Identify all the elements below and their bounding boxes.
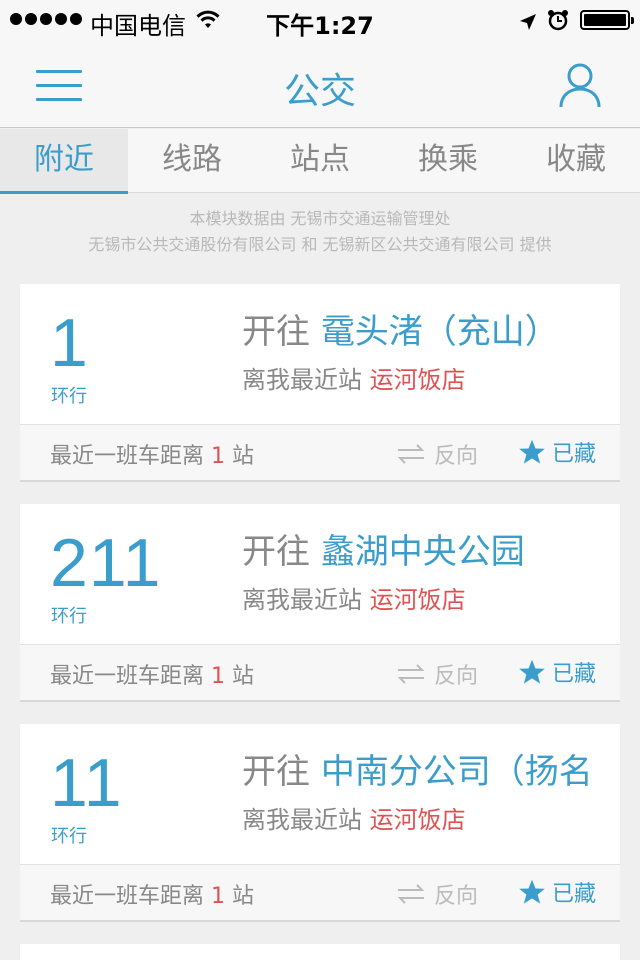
distance-prefix: 最近一班车距离 <box>50 444 211 469</box>
nearest-station-prefix: 离我最近站 <box>242 806 370 834</box>
distance-suffix: 站 <box>225 444 254 469</box>
nearest-station-name: 运河饭店 <box>369 806 466 834</box>
nearest-station-name: 运河饭店 <box>369 366 466 394</box>
star-icon <box>519 439 545 464</box>
swap-arrows-icon <box>397 884 425 904</box>
battery-icon <box>580 10 634 30</box>
nearest-station-prefix: 离我最近站 <box>242 366 370 394</box>
route-card-footer: 最近一班车距离 1 站 反向 已藏 <box>20 644 620 700</box>
nav-bar: 公交 <box>0 40 640 128</box>
favorite-label: 已藏 <box>552 882 597 907</box>
route-card[interactable]: 211 环行 开往 蠡湖中央公园 离我最近站 运河饭店 最近一班车距离 1 站 … <box>20 504 620 702</box>
favorite-label: 已藏 <box>552 662 597 687</box>
destination-line: 开往 鼋头渚（充山） <box>242 304 620 353</box>
next-bus-distance: 最近一班车距离 1 站 <box>50 438 254 470</box>
data-source-notice: 本模块数据由 无锡市交通运输管理处 无锡市公共交通股份有限公司 和 无锡新区公共… <box>0 206 640 258</box>
destination-line: 开往 蠡湖中央公园 <box>242 524 620 573</box>
notice-line-2: 无锡市公共交通股份有限公司 和 无锡新区公共交通有限公司 提供 <box>88 235 552 254</box>
destination-name: 鼋头渚（充山） <box>320 312 559 352</box>
next-bus-distance: 最近一班车距离 1 站 <box>50 878 254 910</box>
reverse-label: 反向 <box>434 884 479 909</box>
route-card-footer: 最近一班车距离 1 站 反向 已藏 <box>20 424 620 480</box>
destination-prefix: 开往 <box>242 312 321 352</box>
destination-line: 开往 中南分公司（扬名 <box>242 744 620 793</box>
location-arrow-icon <box>518 10 538 38</box>
destination-name: 蠡湖中央公园 <box>320 532 525 572</box>
favorite-label: 已藏 <box>552 442 597 467</box>
distance-count: 1 <box>211 884 225 909</box>
destination-name: 中南分公司（扬名 <box>320 752 593 792</box>
favorite-button[interactable]: 已藏 <box>518 876 596 908</box>
tab-routes[interactable]: 线路 <box>128 129 256 193</box>
route-card-main[interactable]: 11 环行 开往 中南分公司（扬名 离我最近站 运河饭店 <box>20 724 620 864</box>
route-card-main[interactable]: 211 环行 开往 蠡湖中央公园 离我最近站 运河饭店 <box>20 504 620 644</box>
reverse-label: 反向 <box>434 444 479 469</box>
reverse-direction-button[interactable]: 反向 <box>396 438 478 470</box>
route-card-footer: 最近一班车距离 1 站 反向 已藏 <box>20 864 620 920</box>
route-card-partial[interactable] <box>20 944 620 960</box>
route-card[interactable]: 11 环行 开往 中南分公司（扬名 离我最近站 运河饭店 最近一班车距离 1 站… <box>20 724 620 922</box>
favorite-button[interactable]: 已藏 <box>518 656 596 688</box>
distance-prefix: 最近一班车距离 <box>50 884 211 909</box>
star-icon <box>519 659 545 684</box>
tab-stations[interactable]: 站点 <box>256 129 384 193</box>
route-card[interactable]: 1 环行 开往 鼋头渚（充山） 离我最近站 运河饭店 最近一班车距离 1 站 反… <box>20 284 620 482</box>
route-type-tag: 环行 <box>51 826 87 847</box>
route-type-tag: 环行 <box>51 386 87 407</box>
page-title: 公交 <box>283 71 356 112</box>
destination-prefix: 开往 <box>242 752 321 792</box>
alarm-clock-icon <box>547 9 569 37</box>
route-number: 1 <box>50 305 89 381</box>
distance-count: 1 <box>211 664 225 689</box>
swap-arrows-icon <box>397 664 425 684</box>
notice-line-1: 本模块数据由 无锡市交通运输管理处 <box>189 209 451 228</box>
route-number: 11 <box>50 745 123 821</box>
status-bar: 中国电信 下午1:27 <box>0 0 640 40</box>
destination-prefix: 开往 <box>242 532 321 572</box>
nearest-station-prefix: 离我最近站 <box>242 586 370 614</box>
reverse-direction-button[interactable]: 反向 <box>396 878 478 910</box>
next-bus-distance: 最近一班车距离 1 站 <box>50 658 254 690</box>
user-icon[interactable] <box>558 62 602 112</box>
distance-prefix: 最近一班车距离 <box>50 664 211 689</box>
route-number: 211 <box>50 525 162 601</box>
tab-nearby[interactable]: 附近 <box>0 129 128 194</box>
favorite-button[interactable]: 已藏 <box>518 436 596 468</box>
status-time: 下午1:27 <box>266 12 374 40</box>
distance-count: 1 <box>211 444 225 469</box>
nearest-station-line: 离我最近站 运河饭店 <box>242 580 466 615</box>
route-card-main[interactable]: 1 环行 开往 鼋头渚（充山） 离我最近站 运河饭店 <box>20 284 620 424</box>
route-type-tag: 环行 <box>51 606 87 627</box>
tab-transfer[interactable]: 换乘 <box>384 129 512 193</box>
nearest-station-name: 运河饭店 <box>369 586 466 614</box>
nearest-station-line: 离我最近站 运河饭店 <box>242 360 466 395</box>
distance-suffix: 站 <box>225 884 254 909</box>
tab-favorites[interactable]: 收藏 <box>512 129 640 193</box>
star-icon <box>519 879 545 904</box>
nearest-station-line: 离我最近站 运河饭店 <box>242 800 466 835</box>
swap-arrows-icon <box>397 444 425 464</box>
reverse-direction-button[interactable]: 反向 <box>396 658 478 690</box>
tab-bar: 附近 线路 站点 换乘 收藏 <box>0 129 640 194</box>
distance-suffix: 站 <box>225 664 254 689</box>
reverse-label: 反向 <box>434 664 479 689</box>
